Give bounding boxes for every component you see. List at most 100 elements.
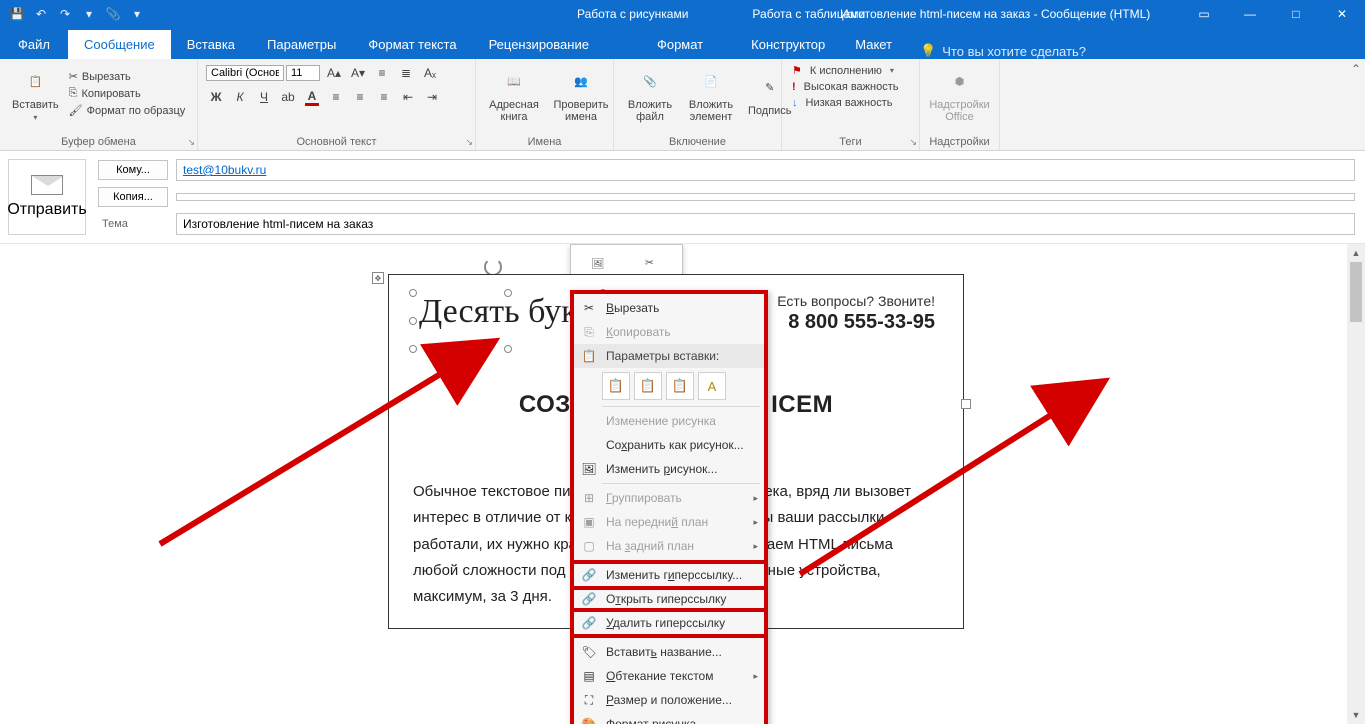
scroll-thumb[interactable] <box>1350 262 1362 322</box>
tab-review[interactable]: Рецензирование <box>473 30 605 59</box>
redo-icon[interactable]: ↷ <box>56 5 74 23</box>
qat-more-icon[interactable]: ▾ <box>128 5 146 23</box>
save-icon[interactable]: 💾 <box>8 5 26 23</box>
vertical-scrollbar[interactable]: ▲ ▼ <box>1347 244 1365 724</box>
cm-remove-hyperlink[interactable]: 🔗Удалить гиперссылку <box>570 608 768 638</box>
tab-constructor[interactable]: Конструктор <box>737 30 839 59</box>
bullets-icon[interactable]: ≡ <box>372 63 392 83</box>
undo-icon[interactable]: ↶ <box>32 5 50 23</box>
tab-insert[interactable]: Вставка <box>171 30 251 59</box>
italic-button[interactable]: К <box>230 87 250 107</box>
minimize-icon[interactable]: — <box>1227 0 1273 28</box>
cm-save-as-picture[interactable]: Сохранить как рисунок... <box>574 433 764 457</box>
cc-field[interactable] <box>176 193 1355 201</box>
grow-font-icon[interactable]: A▴ <box>324 63 344 83</box>
low-importance-button[interactable]: ↓Низкая важность <box>790 96 911 110</box>
subject-field[interactable] <box>176 213 1355 235</box>
scroll-down-icon[interactable]: ▼ <box>1347 706 1365 724</box>
cm-change-pic[interactable]: 🖼Изменить рисунок... <box>574 457 764 481</box>
align-left-icon[interactable]: ≡ <box>326 87 346 107</box>
selection-handle[interactable] <box>504 345 512 353</box>
to-button[interactable]: Кому... <box>98 160 168 180</box>
high-importance-button[interactable]: !Высокая важность <box>790 80 911 94</box>
crop-icon: ✂ <box>637 251 661 275</box>
close-icon[interactable]: ✕ <box>1319 0 1365 28</box>
send-icon <box>31 175 63 195</box>
to-field[interactable]: test@10bukv.ru <box>176 159 1355 181</box>
align-right-icon[interactable]: ≡ <box>374 87 394 107</box>
ribbon-display-icon[interactable]: ▭ <box>1181 0 1227 28</box>
dialog-launcher-icon[interactable]: ↘ <box>187 137 195 148</box>
cm-copy: ⎘Копировать <box>574 320 764 344</box>
paste-option-3[interactable]: 📋 <box>666 372 694 400</box>
message-body[interactable]: 🖼 Стиль ✂ Обрезка ✥ Десять букв Есть воп… <box>0 244 1365 724</box>
picture-icon: 🖼 <box>580 460 598 478</box>
follow-up-button[interactable]: ⚑К исполнению▾ <box>790 63 911 78</box>
send-button[interactable]: Отправить <box>8 159 86 235</box>
font-size-select[interactable] <box>286 65 320 81</box>
cm-cut[interactable]: ✂Вырезать <box>574 296 764 320</box>
font-color-icon[interactable]: A <box>302 87 322 107</box>
collapse-ribbon-icon[interactable]: ⌃ <box>1351 62 1361 76</box>
addins-button[interactable]: ⬢ Надстройки Office <box>928 63 991 125</box>
tab-format-text[interactable]: Формат текста <box>352 30 472 59</box>
shrink-font-icon[interactable]: A▾ <box>348 63 368 83</box>
tab-format[interactable]: Формат <box>623 30 737 59</box>
format-painter-button[interactable]: 🖌Формат по образцу <box>67 103 188 118</box>
align-center-icon[interactable]: ≡ <box>350 87 370 107</box>
underline-button[interactable]: Ч <box>254 87 274 107</box>
address-book-icon: 📖 <box>498 65 530 97</box>
highlight-icon[interactable]: ab <box>278 87 298 107</box>
clear-format-icon[interactable]: Aₓ <box>420 63 440 83</box>
tab-message[interactable]: Сообщение <box>68 30 171 59</box>
paste-icon: 📋 <box>580 347 598 365</box>
selection-handle[interactable] <box>504 289 512 297</box>
cm-insert-caption[interactable]: 🏷Вставить название... <box>574 640 764 664</box>
dialog-launcher-icon[interactable]: ↘ <box>909 137 917 148</box>
group-icon: ⊞ <box>580 489 598 507</box>
selection-handle[interactable] <box>409 289 417 297</box>
paste-option-1[interactable]: 📋 <box>602 372 630 400</box>
cm-paste-options: 📋 📋 📋 A <box>574 368 764 404</box>
address-book-button[interactable]: 📖 Адресная книга <box>484 63 544 125</box>
cut-button[interactable]: ✂Вырезать <box>67 69 188 84</box>
indent-dec-icon[interactable]: ⇤ <box>398 87 418 107</box>
qat-dropdown-icon[interactable]: ▾ <box>80 5 98 23</box>
indent-inc-icon[interactable]: ⇥ <box>422 87 442 107</box>
font-name-select[interactable] <box>206 65 284 81</box>
bold-button[interactable]: Ж <box>206 87 226 107</box>
copy-button[interactable]: ⎘Копировать <box>67 86 188 101</box>
cc-button[interactable]: Копия... <box>98 187 168 207</box>
dialog-launcher-icon[interactable]: ↘ <box>465 137 473 148</box>
maximize-icon[interactable]: □ <box>1273 0 1319 28</box>
paste-option-4[interactable]: A <box>698 372 726 400</box>
tell-me-search[interactable]: 💡 Что вы хотите сделать? <box>908 43 1098 59</box>
selection-handle[interactable] <box>409 317 417 325</box>
attach-file-label: Вложить файл <box>626 99 674 123</box>
selection-handle[interactable] <box>409 345 417 353</box>
scroll-up-icon[interactable]: ▲ <box>1347 244 1365 262</box>
cm-format-picture[interactable]: 🎨Формат рисунка... <box>574 712 764 724</box>
format-icon: 🎨 <box>580 715 598 724</box>
titlebar: 💾 ↶ ↷ ▾ 📎 ▾ Работа с рисунками Работа с … <box>0 0 1365 28</box>
paste-button[interactable]: 📋 Вставить ▾ <box>8 63 63 124</box>
numbering-icon[interactable]: ≣ <box>396 63 416 83</box>
anchor-handle-icon[interactable]: ✥ <box>372 272 384 284</box>
attach-icon[interactable]: 📎 <box>104 5 122 23</box>
tab-layout[interactable]: Макет <box>839 30 908 59</box>
cm-edit-hyperlink[interactable]: 🔗Изменить гиперссылку... <box>570 560 768 590</box>
caption-icon: 🏷 <box>580 643 598 661</box>
front-icon: ▣ <box>580 513 598 531</box>
cm-wrap-text[interactable]: ▤Обтекание текстом▸ <box>574 664 764 688</box>
follow-up-label: К исполнению <box>810 65 882 77</box>
tab-file[interactable]: Файл <box>0 30 68 59</box>
attach-item-button[interactable]: 📄 Вложить элемент <box>682 63 740 125</box>
attach-file-button[interactable]: 📎 Вложить файл <box>622 63 678 125</box>
paste-option-2[interactable]: 📋 <box>634 372 662 400</box>
table-handle-icon[interactable] <box>961 399 971 409</box>
check-names-button[interactable]: 👥 Проверить имена <box>548 63 614 125</box>
copy-icon: ⎘ <box>580 323 598 341</box>
cm-size-position[interactable]: ⛶Размер и положение... <box>574 688 764 712</box>
tab-options[interactable]: Параметры <box>251 30 352 59</box>
cm-group: ⊞Группировать▸ <box>574 486 764 510</box>
